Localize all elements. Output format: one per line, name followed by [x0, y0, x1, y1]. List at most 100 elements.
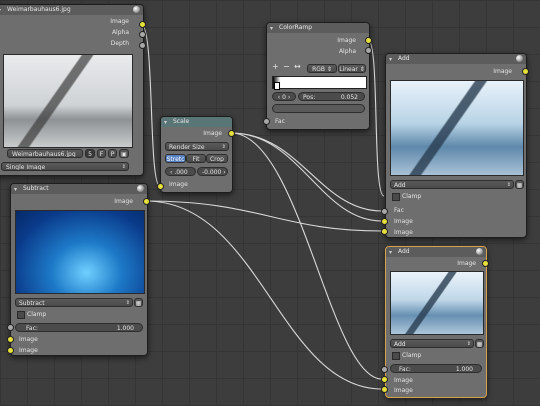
add-node-bottom[interactable]: ▾ Add Image Add ⇕ ▦ Clamp Fac: 1.000 Image … — [385, 246, 487, 398]
stop-position-field[interactable]: Pos: 0.052 — [298, 92, 365, 101]
scale-input-socket[interactable] — [157, 183, 164, 190]
remove-stop-button[interactable]: − — [283, 62, 290, 71]
alpha-output-socket[interactable] — [139, 31, 146, 38]
colorramp-node-header[interactable]: ▾ ColorRamp — [267, 23, 369, 33]
add-bottom-blend-dropdown[interactable]: Add ⇕ — [390, 339, 474, 348]
add-top-fac-socket[interactable] — [381, 208, 388, 215]
add-top-clamp-label: Clamp — [402, 193, 422, 200]
wire-scale-to-add-top-fac — [230, 132, 383, 212]
image-browse-icon[interactable]: ▣ — [119, 149, 129, 158]
add-node-top-title: Add — [398, 55, 410, 62]
add-top-output-socket[interactable] — [522, 68, 529, 75]
y-offset-field[interactable]: -0.000 › — [197, 167, 228, 176]
subtract-blend-dropdown[interactable]: Subtract ⇕ — [15, 298, 133, 307]
pack-button[interactable]: P — [108, 149, 117, 158]
colorramp-fac-label: Fac — [275, 118, 285, 125]
stop-index-field[interactable]: ‹ 0 › — [272, 92, 296, 101]
image-preview — [3, 54, 133, 148]
crop-button[interactable]: Crop — [206, 154, 228, 163]
subtract-node[interactable]: ▾ Subtract Image Subtract ⇕ ▦ Clamp Fac: 1.… — [10, 183, 148, 356]
dropdown-arrow-icon: ⇕ — [121, 164, 126, 170]
add-top-image-input-2-label: Image — [394, 229, 413, 236]
add-top-blend-dropdown[interactable]: Add ⇕ — [390, 180, 514, 189]
subtract-fac-field[interactable]: Fac: 1.000 — [15, 323, 143, 332]
interpolation-dropdown[interactable]: Linear ⇕ — [338, 64, 366, 73]
collapse-icon[interactable]: ▾ — [389, 55, 392, 64]
add-top-fac-label: Fac — [394, 207, 404, 214]
subtract-clamp-checkbox[interactable] — [17, 311, 25, 319]
add-bottom-fac-field[interactable]: Fac: 1.000 — [390, 364, 482, 373]
add-node-bottom-header[interactable]: ▾ Add — [386, 247, 486, 257]
image-node-header[interactable]: ▾ Weimarbauhaus6.jpg — [0, 5, 143, 15]
colorramp-image-output-label: Image — [337, 37, 356, 44]
add-node-top-header[interactable]: ▾ Add — [386, 54, 526, 64]
add-bottom-image-socket-2[interactable] — [381, 386, 388, 393]
subtract-output-label: Image — [114, 198, 133, 205]
add-top-preview — [390, 80, 524, 176]
subtract-clamp-label: Clamp — [27, 311, 47, 318]
collapse-icon[interactable]: ▾ — [389, 248, 392, 257]
add-node-top[interactable]: ▾ Add Image Add ⇕ ▦ Clamp Fac Image Image — [385, 53, 527, 238]
scale-node[interactable]: ▾ Scale Image Render Size ⇕ Stretc Fit Cro… — [160, 116, 233, 193]
subtract-fac-socket[interactable] — [7, 324, 14, 331]
collapse-icon[interactable]: ▾ — [14, 185, 17, 194]
color-mode-dropdown[interactable]: RGB ⇕ — [307, 64, 337, 73]
add-bottom-image-socket-1[interactable] — [381, 376, 388, 383]
subtract-image-input-1-label: Image — [19, 336, 38, 343]
wire-scale-to-add-top-image — [230, 132, 383, 222]
add-top-image-socket-2[interactable] — [381, 228, 388, 235]
add-stop-button[interactable]: + — [272, 62, 279, 71]
fake-user-button[interactable]: F — [97, 149, 106, 158]
depth-output-label: Depth — [110, 40, 129, 47]
subtract-image-input-2-label: Image — [19, 347, 38, 354]
wire-colorramp-to-add-top — [367, 39, 385, 197]
add-bottom-output-socket[interactable] — [482, 260, 489, 267]
depth-output-socket[interactable] — [139, 42, 146, 49]
node-preview-icon[interactable] — [133, 6, 140, 13]
scale-output-socket[interactable] — [228, 130, 235, 137]
subtract-node-header[interactable]: ▾ Subtract — [11, 184, 147, 194]
x-offset-field[interactable]: ‹ .000 — [165, 167, 196, 176]
stretch-button[interactable]: Stretc — [165, 154, 186, 163]
scale-mode-dropdown[interactable]: Render Size ⇕ — [165, 142, 229, 151]
image-output-socket[interactable] — [139, 21, 146, 28]
image-source-dropdown[interactable]: Single Image ⇕ — [1, 162, 129, 171]
subtract-image-socket-1[interactable] — [7, 336, 14, 343]
collapse-icon[interactable]: ▾ — [164, 118, 167, 127]
colorramp-fac-socket[interactable] — [263, 118, 270, 125]
image-file-field[interactable]: Weimarbauhaus6.jpg — [7, 149, 83, 158]
node-preview-icon[interactable] — [476, 248, 483, 255]
add-bottom-clamp-checkbox[interactable] — [392, 352, 400, 360]
add-top-output-label: Image — [493, 68, 512, 75]
add-top-image-socket-1[interactable] — [381, 218, 388, 225]
add-bottom-fac-socket[interactable] — [381, 366, 388, 373]
wire-scale-to-add-bottom — [230, 132, 383, 380]
stop-color-field[interactable] — [272, 104, 365, 113]
subtract-output-socket[interactable] — [143, 198, 150, 205]
dropdown-arrow-icon: ⇕ — [221, 144, 226, 150]
dropdown-arrow-icon: ⇕ — [125, 300, 130, 306]
scale-node-header[interactable]: ▾ Scale — [161, 117, 232, 127]
collapse-icon[interactable]: ▾ — [270, 24, 273, 33]
add-top-image-input-1-label: Image — [394, 218, 413, 225]
color-stop-marker[interactable] — [274, 82, 280, 90]
subtract-alpha-icon[interactable]: ▦ — [134, 298, 143, 307]
add-bottom-image-input-2-label: Image — [394, 387, 413, 394]
fit-button[interactable]: Fit — [186, 154, 206, 163]
add-top-clamp-checkbox[interactable] — [392, 193, 400, 201]
node-preview-icon[interactable] — [516, 55, 523, 62]
image-users-count[interactable]: 5 — [85, 149, 95, 158]
collapse-icon[interactable]: ▾ — [0, 6, 1, 15]
add-bottom-alpha-icon[interactable]: ▦ — [475, 339, 484, 348]
image-node[interactable]: ▾ Weimarbauhaus6.jpg Image Alpha Depth We… — [0, 4, 144, 176]
add-top-alpha-icon[interactable]: ▦ — [515, 180, 524, 189]
image-output-label: Image — [110, 18, 129, 25]
node-preview-icon[interactable] — [137, 185, 144, 192]
flip-ramp-button[interactable]: ↔ — [294, 62, 301, 71]
color-ramp-bar[interactable] — [272, 76, 367, 89]
subtract-image-socket-2[interactable] — [7, 347, 14, 354]
colorramp-node[interactable]: ▾ ColorRamp Image Alpha + − ↔ RGB ⇕ Linea… — [266, 22, 370, 130]
colorramp-alpha-socket[interactable] — [365, 47, 372, 54]
colorramp-image-socket[interactable] — [365, 37, 372, 44]
wire-subtract-to-add-top — [145, 200, 383, 232]
